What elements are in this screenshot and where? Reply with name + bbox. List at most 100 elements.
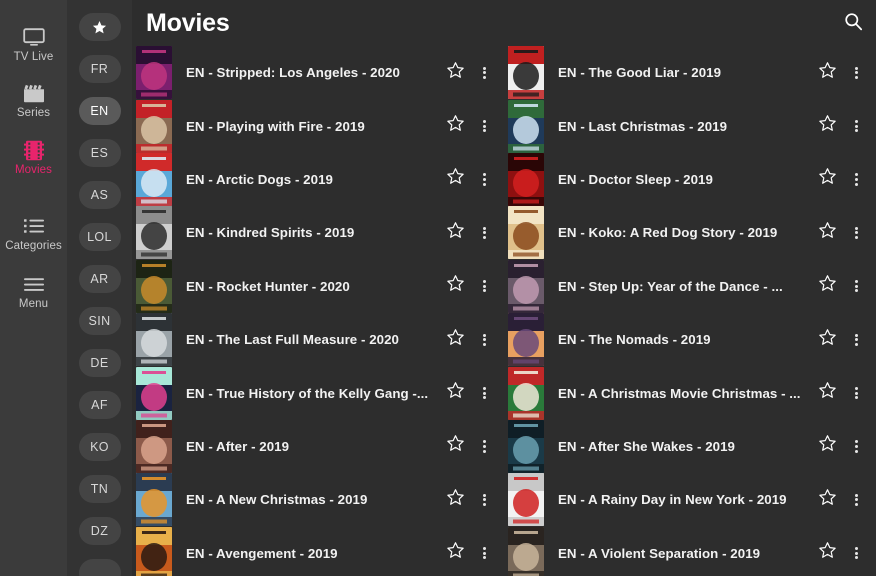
page-title: Movies <box>146 9 230 37</box>
language-filter-pill-fr[interactable]: FR <box>78 55 121 83</box>
more-options-button[interactable] <box>842 431 870 461</box>
star-outline-icon <box>818 114 837 138</box>
language-filter-pill-sin[interactable]: SIN <box>78 307 121 335</box>
favorite-button[interactable] <box>440 538 470 568</box>
favorite-button[interactable] <box>812 271 842 301</box>
more-options-button[interactable] <box>842 111 870 141</box>
language-filter-pill-dz[interactable]: DZ <box>78 517 121 545</box>
movie-row[interactable]: EN - Doctor Sleep - 2019 <box>504 152 876 206</box>
favorite-button[interactable] <box>440 378 470 408</box>
language-filter-pill-favorites[interactable] <box>78 13 121 41</box>
more-options-button[interactable] <box>470 164 498 194</box>
favorite-button[interactable] <box>440 325 470 355</box>
movie-row[interactable]: EN - Avengement - 2019 <box>132 526 504 576</box>
movie-row[interactable]: EN - The Last Full Measure - 2020 <box>132 313 504 367</box>
movie-row[interactable]: EN - Kindred Spirits - 2019 <box>132 206 504 260</box>
movie-row[interactable]: EN - Stripped: Los Angeles - 2020 <box>132 46 504 100</box>
language-filter-pill-ar[interactable]: AR <box>78 265 121 293</box>
movie-row[interactable]: EN - Step Up: Year of the Dance - ... <box>504 259 876 313</box>
movie-row[interactable]: EN - Playing with Fire - 2019 <box>132 99 504 153</box>
overflow-menu-icon <box>854 65 858 80</box>
film-strip-icon <box>23 139 44 161</box>
more-options-button[interactable] <box>842 218 870 248</box>
movie-row[interactable]: EN - A Violent Separation - 2019 <box>504 526 876 576</box>
star-outline-icon <box>446 61 465 85</box>
language-filter-pill-partial[interactable] <box>78 559 121 576</box>
movie-row[interactable]: EN - A Christmas Movie Christmas - ... <box>504 366 876 420</box>
language-filter-pill-lol[interactable]: LOL <box>78 223 121 251</box>
movie-poster <box>508 366 544 420</box>
favorite-button[interactable] <box>812 538 842 568</box>
movie-poster <box>508 259 544 313</box>
more-options-button[interactable] <box>842 271 870 301</box>
favorite-button[interactable] <box>440 485 470 515</box>
language-filter-pill-as[interactable]: AS <box>78 181 121 209</box>
sidebar-item-series[interactable]: Series <box>0 82 67 136</box>
star-outline-icon <box>446 167 465 191</box>
more-options-button[interactable] <box>470 325 498 355</box>
more-options-button[interactable] <box>470 218 498 248</box>
favorite-button[interactable] <box>440 431 470 461</box>
nav-sidebar: TV Live Series Movies Categories Menu <box>0 0 67 576</box>
movie-row[interactable]: EN - After She Wakes - 2019 <box>504 419 876 473</box>
language-filter-rail[interactable]: FR EN ES AS LOL AR SIN DE AF KO TN DZ <box>67 0 132 576</box>
favorite-button[interactable] <box>812 485 842 515</box>
movie-row-actions <box>812 325 870 355</box>
movie-row[interactable]: EN - True History of the Kelly Gang -... <box>132 366 504 420</box>
movie-row[interactable]: EN - Koko: A Red Dog Story - 2019 <box>504 206 876 260</box>
favorite-button[interactable] <box>812 111 842 141</box>
favorite-button[interactable] <box>440 58 470 88</box>
language-filter-pill-en[interactable]: EN <box>78 97 121 125</box>
movie-row[interactable]: EN - After - 2019 <box>132 419 504 473</box>
favorite-button[interactable] <box>812 431 842 461</box>
movie-title: EN - A Rainy Day in New York - 2019 <box>558 492 787 508</box>
favorite-button[interactable] <box>812 325 842 355</box>
favorite-button[interactable] <box>812 218 842 248</box>
movie-row[interactable]: EN - The Good Liar - 2019 <box>504 46 876 100</box>
movie-row-actions <box>812 58 870 88</box>
language-filter-pill-es[interactable]: ES <box>78 139 121 167</box>
language-filter-pill-af[interactable]: AF <box>78 391 121 419</box>
more-options-button[interactable] <box>842 58 870 88</box>
more-options-button[interactable] <box>842 325 870 355</box>
search-button[interactable] <box>841 12 865 36</box>
more-options-button[interactable] <box>842 378 870 408</box>
more-options-button[interactable] <box>470 485 498 515</box>
favorite-button[interactable] <box>812 58 842 88</box>
movie-row[interactable]: EN - The Nomads - 2019 <box>504 313 876 367</box>
more-options-button[interactable] <box>842 164 870 194</box>
language-filter-pill-ko[interactable]: KO <box>78 433 121 461</box>
more-options-button[interactable] <box>470 58 498 88</box>
movie-row-actions <box>440 538 498 568</box>
sidebar-item-categories[interactable]: Categories <box>0 215 67 269</box>
movie-row[interactable]: EN - A Rainy Day in New York - 2019 <box>504 473 876 527</box>
movie-list-left-column: EN - Stripped: Los Angeles - 2020 EN - Pl… <box>132 46 504 576</box>
movie-row[interactable]: EN - Last Christmas - 2019 <box>504 99 876 153</box>
movie-poster <box>136 259 172 313</box>
more-options-button[interactable] <box>470 538 498 568</box>
more-options-button[interactable] <box>842 538 870 568</box>
more-options-button[interactable] <box>470 431 498 461</box>
favorite-button[interactable] <box>440 111 470 141</box>
favorite-button[interactable] <box>440 164 470 194</box>
favorite-button[interactable] <box>440 271 470 301</box>
favorite-button[interactable] <box>440 218 470 248</box>
sidebar-item-label: TV Live <box>13 51 54 63</box>
sidebar-item-tv-live[interactable]: TV Live <box>0 26 67 80</box>
more-options-button[interactable] <box>470 111 498 141</box>
favorite-button[interactable] <box>812 378 842 408</box>
favorite-button[interactable] <box>812 164 842 194</box>
language-filter-pill-tn[interactable]: TN <box>78 475 121 503</box>
language-filter-pill-de[interactable]: DE <box>78 349 121 377</box>
more-options-button[interactable] <box>470 271 498 301</box>
more-options-button[interactable] <box>842 485 870 515</box>
star-outline-icon <box>818 381 837 405</box>
movie-row[interactable]: EN - Arctic Dogs - 2019 <box>132 152 504 206</box>
sidebar-item-menu[interactable]: Menu <box>0 273 67 327</box>
movie-row[interactable]: EN - A New Christmas - 2019 <box>132 473 504 527</box>
language-filter-pill-label: DE <box>90 356 109 370</box>
movie-row[interactable]: EN - Rocket Hunter - 2020 <box>132 259 504 313</box>
sidebar-item-movies[interactable]: Movies <box>0 139 67 193</box>
movie-poster <box>508 313 544 367</box>
more-options-button[interactable] <box>470 378 498 408</box>
